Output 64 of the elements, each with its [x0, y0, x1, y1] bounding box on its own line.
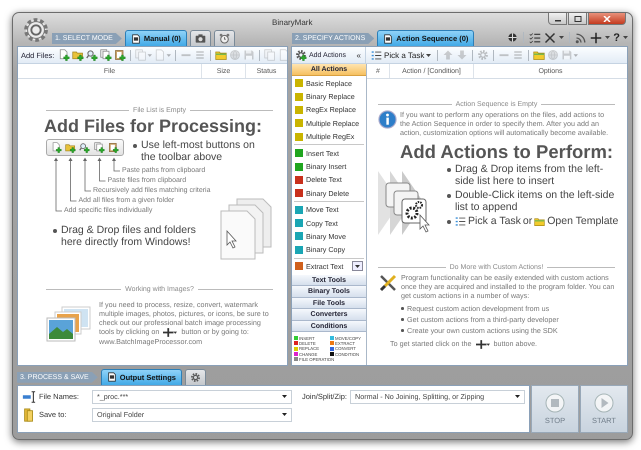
file-plus-icon — [50, 142, 62, 153]
checklist-icon — [455, 216, 466, 226]
close-button[interactable] — [588, 13, 626, 25]
folder-plus-icon[interactable] — [72, 49, 84, 61]
checklist-icon — [371, 50, 382, 60]
collapse-button[interactable]: « — [356, 50, 362, 60]
caret-icon[interactable] — [426, 54, 432, 56]
alarm-clock-icon — [218, 33, 230, 44]
info-icon — [378, 110, 397, 129]
pick-task-button[interactable]: Pick a Task — [369, 50, 434, 60]
folder-icon — [534, 216, 546, 226]
tab[interactable] — [190, 30, 211, 46]
pages-plus-icon — [94, 142, 105, 153]
dropdown-button[interactable] — [352, 261, 363, 272]
documents-drawing — [219, 197, 273, 261]
folder-icon[interactable] — [215, 49, 228, 61]
clipboard-plus-icon[interactable] — [114, 49, 126, 61]
caret-icon[interactable] — [605, 36, 610, 39]
tools-icon[interactable] — [544, 32, 556, 44]
heading: Add Actions to Perform: — [400, 142, 614, 162]
tab[interactable] — [214, 30, 235, 46]
minimize-button[interactable] — [548, 13, 567, 25]
document-icon — [130, 34, 141, 44]
plus-icon[interactable] — [590, 32, 602, 44]
tab[interactable] — [184, 368, 206, 385]
caret-icon[interactable] — [623, 36, 628, 39]
file-plus-icon[interactable] — [58, 49, 70, 61]
compass-icon[interactable] — [507, 32, 518, 43]
pages-plus-icon[interactable] — [100, 49, 112, 61]
play-icon — [594, 392, 614, 413]
document-icon — [106, 372, 117, 382]
gear-plus-icon — [295, 49, 307, 61]
stop-icon — [545, 392, 565, 413]
heading: Add Files for Processing: — [44, 115, 264, 138]
folder-icon[interactable] — [533, 49, 546, 61]
maximize-icon — [574, 16, 582, 22]
folder-icon — [22, 408, 36, 422]
gear-logo-icon — [22, 16, 50, 44]
open-template-link[interactable]: Open Template — [547, 215, 618, 227]
pick-task-link[interactable]: Pick a Task — [468, 215, 521, 227]
close-icon — [603, 16, 611, 22]
checklist-icon[interactable] — [529, 32, 542, 44]
plus-icon — [163, 328, 178, 337]
photos-drawing — [46, 306, 92, 342]
bullet-text: Use left-most buttons on the toolbar above — [132, 139, 261, 163]
bullet-text: Drag & Drop files and folders here directly from Windows! — [52, 224, 201, 248]
caret-icon[interactable] — [559, 36, 564, 39]
window-title: BinaryMark — [272, 18, 312, 27]
camera-icon — [194, 33, 206, 44]
signal-icon[interactable] — [575, 32, 588, 44]
magnifier-plus-icon[interactable] — [86, 49, 98, 61]
bullet-text: Drag & Drop items from the left-side list here to insert — [446, 163, 615, 187]
folder-plus-icon — [65, 142, 76, 153]
gear-icon — [190, 372, 201, 383]
clipboard-plus-icon — [108, 142, 120, 153]
document-icon — [383, 34, 394, 44]
magnifier-plus-icon — [79, 142, 90, 153]
tools-icon — [378, 273, 398, 293]
caret-icon — [355, 264, 360, 268]
maximize-button[interactable] — [568, 13, 587, 25]
plus-icon — [476, 340, 490, 349]
help-button[interactable]: ? — [613, 32, 620, 44]
bullet-text: or — [522, 215, 532, 227]
text-cursor-icon — [22, 390, 36, 404]
